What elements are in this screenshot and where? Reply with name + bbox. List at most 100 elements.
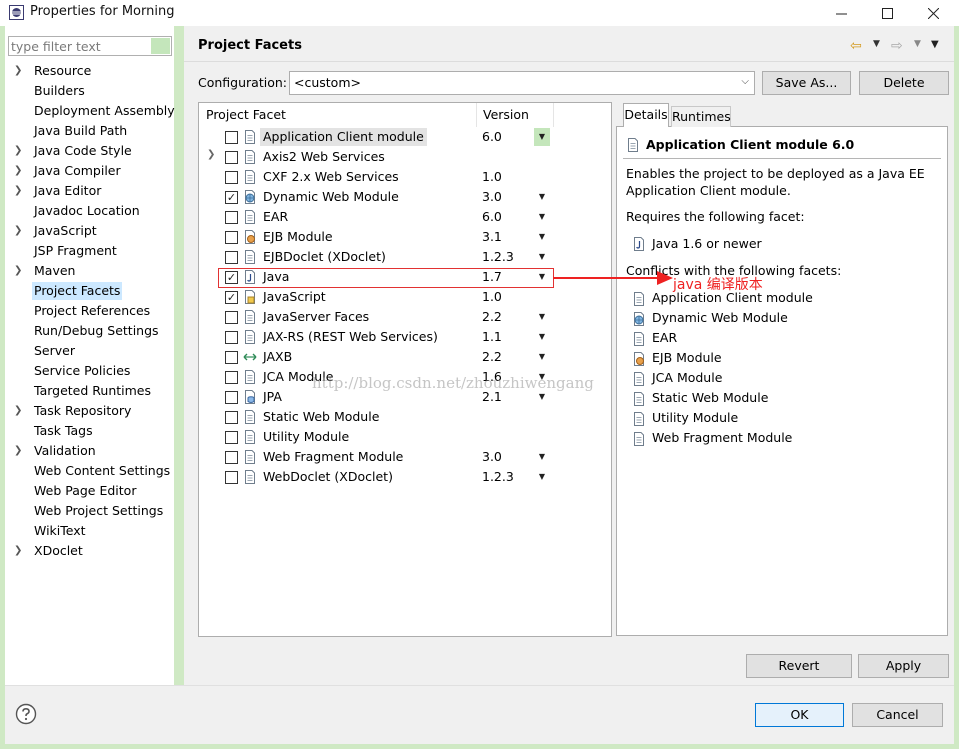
facet-checkbox[interactable] bbox=[225, 151, 238, 164]
chevron-right-icon[interactable]: ❯ bbox=[14, 61, 24, 81]
column-header-facet[interactable]: Project Facet bbox=[206, 107, 286, 122]
facet-checkbox[interactable] bbox=[225, 411, 238, 424]
facet-checkbox[interactable]: ✓ bbox=[225, 291, 238, 304]
tab-runtimes[interactable]: Runtimes bbox=[671, 106, 731, 127]
chevron-right-icon[interactable]: ❯ bbox=[14, 541, 24, 561]
forward-menu-icon[interactable]: ▼ bbox=[914, 39, 921, 49]
chevron-right-icon[interactable]: ❯ bbox=[207, 149, 215, 160]
version-dropdown-icon[interactable]: ▼ bbox=[534, 308, 550, 326]
version-dropdown-icon[interactable]: ▼ bbox=[534, 128, 550, 146]
save-as-button[interactable]: Save As... bbox=[762, 71, 851, 95]
tree-item-project-facets[interactable]: Project Facets bbox=[14, 281, 172, 301]
tree-item-web-project-settings[interactable]: Web Project Settings bbox=[14, 501, 172, 521]
tree-item-deployment-assembly[interactable]: Deployment Assembly bbox=[14, 101, 175, 121]
version-dropdown-icon[interactable]: ▼ bbox=[534, 328, 550, 346]
tree-item-wikitext[interactable]: WikiText bbox=[14, 521, 172, 541]
tree-item-server[interactable]: Server bbox=[14, 341, 172, 361]
column-header-version[interactable]: Version bbox=[483, 107, 529, 122]
tree-item-project-references[interactable]: Project References bbox=[14, 301, 172, 321]
facet-checkbox[interactable] bbox=[225, 431, 238, 444]
facet-row[interactable]: WebDoclet (XDoclet) 1.2.3 ▼ bbox=[204, 467, 604, 487]
filter-input[interactable] bbox=[8, 36, 172, 56]
version-dropdown-icon[interactable]: ▼ bbox=[534, 188, 550, 206]
version-dropdown-icon[interactable]: ▼ bbox=[534, 228, 550, 246]
chevron-right-icon[interactable]: ❯ bbox=[14, 221, 24, 241]
facet-checkbox[interactable] bbox=[225, 451, 238, 464]
chevron-right-icon[interactable]: ❯ bbox=[14, 401, 24, 421]
tree-item-task-tags[interactable]: Task Tags bbox=[14, 421, 172, 441]
chevron-right-icon[interactable]: ❯ bbox=[14, 181, 24, 201]
tree-item-java-editor[interactable]: ❯ Java Editor bbox=[14, 181, 172, 201]
facet-checkbox[interactable] bbox=[225, 311, 238, 324]
help-icon[interactable] bbox=[15, 703, 37, 725]
tree-item-run-debug-settings[interactable]: Run/Debug Settings bbox=[14, 321, 172, 341]
view-menu-icon[interactable]: ▼ bbox=[931, 39, 939, 50]
chevron-right-icon[interactable]: ❯ bbox=[14, 161, 24, 181]
facet-row[interactable]: JAX-RS (REST Web Services) 1.1 ▼ bbox=[204, 327, 604, 347]
forward-arrow-icon[interactable]: ⇨ bbox=[891, 38, 903, 54]
tree-item-resource[interactable]: ❯ Resource bbox=[14, 61, 172, 81]
facet-checkbox[interactable] bbox=[225, 131, 238, 144]
facet-row[interactable]: EAR 6.0 ▼ bbox=[204, 207, 604, 227]
back-menu-icon[interactable]: ▼ bbox=[873, 39, 880, 49]
facet-row[interactable]: ✓ JavaScript 1.0 bbox=[204, 287, 604, 307]
facet-row[interactable]: EJB Module 3.1 ▼ bbox=[204, 227, 604, 247]
facet-row[interactable]: JavaServer Faces 2.2 ▼ bbox=[204, 307, 604, 327]
tree-item-javascript[interactable]: ❯ JavaScript bbox=[14, 221, 172, 241]
revert-button[interactable]: Revert bbox=[746, 654, 852, 678]
chevron-right-icon[interactable]: ❯ bbox=[14, 261, 24, 281]
facet-checkbox[interactable]: ✓ bbox=[225, 191, 238, 204]
tree-item-targeted-runtimes[interactable]: Targeted Runtimes bbox=[14, 381, 172, 401]
back-arrow-icon[interactable]: ⇦ bbox=[850, 38, 862, 54]
facet-checkbox[interactable] bbox=[225, 171, 238, 184]
maximize-button[interactable] bbox=[864, 0, 910, 26]
facet-row[interactable]: CXF 2.x Web Services 1.0 bbox=[204, 167, 604, 187]
tab-details[interactable]: Details bbox=[623, 103, 669, 127]
delete-button[interactable]: Delete bbox=[859, 71, 949, 95]
chevron-right-icon[interactable]: ❯ bbox=[14, 141, 24, 161]
facet-checkbox[interactable] bbox=[225, 231, 238, 244]
facet-checkbox[interactable] bbox=[225, 351, 238, 364]
tree-item-builders[interactable]: Builders bbox=[14, 81, 172, 101]
version-dropdown-icon[interactable]: ▼ bbox=[534, 248, 550, 266]
tree-item-web-page-editor[interactable]: Web Page Editor bbox=[14, 481, 172, 501]
tree-item-java-compiler[interactable]: ❯ Java Compiler bbox=[14, 161, 172, 181]
version-dropdown-icon[interactable]: ▼ bbox=[534, 208, 550, 226]
facet-row[interactable]: JAXB 2.2 ▼ bbox=[204, 347, 604, 367]
facet-row[interactable]: ✓ Dynamic Web Module 3.0 ▼ bbox=[204, 187, 604, 207]
minimize-button[interactable] bbox=[818, 0, 864, 26]
chevron-right-icon[interactable]: ❯ bbox=[14, 441, 24, 461]
tree-item-maven[interactable]: ❯ Maven bbox=[14, 261, 172, 281]
facet-checkbox[interactable] bbox=[225, 391, 238, 404]
tree-item-service-policies[interactable]: Service Policies bbox=[14, 361, 172, 381]
facet-row[interactable]: Application Client module 6.0 ▼ bbox=[204, 127, 604, 147]
splitter-sash[interactable] bbox=[174, 26, 184, 685]
facet-row[interactable]: EJBDoclet (XDoclet) 1.2.3 ▼ bbox=[204, 247, 604, 267]
facet-checkbox[interactable] bbox=[225, 251, 238, 264]
ok-button[interactable]: OK bbox=[755, 703, 844, 727]
tree-item-javadoc-location[interactable]: Javadoc Location bbox=[14, 201, 172, 221]
configuration-select[interactable]: <custom> ⌵ bbox=[289, 71, 755, 95]
version-dropdown-icon[interactable]: ▼ bbox=[534, 348, 550, 366]
close-button[interactable] bbox=[910, 0, 956, 26]
facet-row[interactable]: Static Web Module bbox=[204, 407, 604, 427]
tree-item-web-content-settings[interactable]: Web Content Settings bbox=[14, 461, 172, 481]
facet-row[interactable]: Web Fragment Module 3.0 ▼ bbox=[204, 447, 604, 467]
tree-item-xdoclet[interactable]: ❯ XDoclet bbox=[14, 541, 172, 561]
tree-item-jsp-fragment[interactable]: JSP Fragment bbox=[14, 241, 172, 261]
tree-item-task-repository[interactable]: ❯ Task Repository bbox=[14, 401, 172, 421]
filter-clear-button[interactable] bbox=[151, 38, 170, 54]
version-dropdown-icon[interactable]: ▼ bbox=[534, 448, 550, 466]
facet-checkbox[interactable] bbox=[225, 371, 238, 384]
tree-item-java-code-style[interactable]: ❯ Java Code Style bbox=[14, 141, 172, 161]
facet-checkbox[interactable] bbox=[225, 471, 238, 484]
tree-item-java-build-path[interactable]: Java Build Path bbox=[14, 121, 172, 141]
apply-button[interactable]: Apply bbox=[858, 654, 949, 678]
facet-row[interactable]: Utility Module bbox=[204, 427, 604, 447]
facet-checkbox[interactable] bbox=[225, 211, 238, 224]
version-dropdown-icon[interactable]: ▼ bbox=[534, 468, 550, 486]
facet-checkbox[interactable] bbox=[225, 331, 238, 344]
tree-item-validation[interactable]: ❯ Validation bbox=[14, 441, 172, 461]
cancel-button[interactable]: Cancel bbox=[852, 703, 943, 727]
facet-row[interactable]: ❯ Axis2 Web Services bbox=[204, 147, 604, 167]
